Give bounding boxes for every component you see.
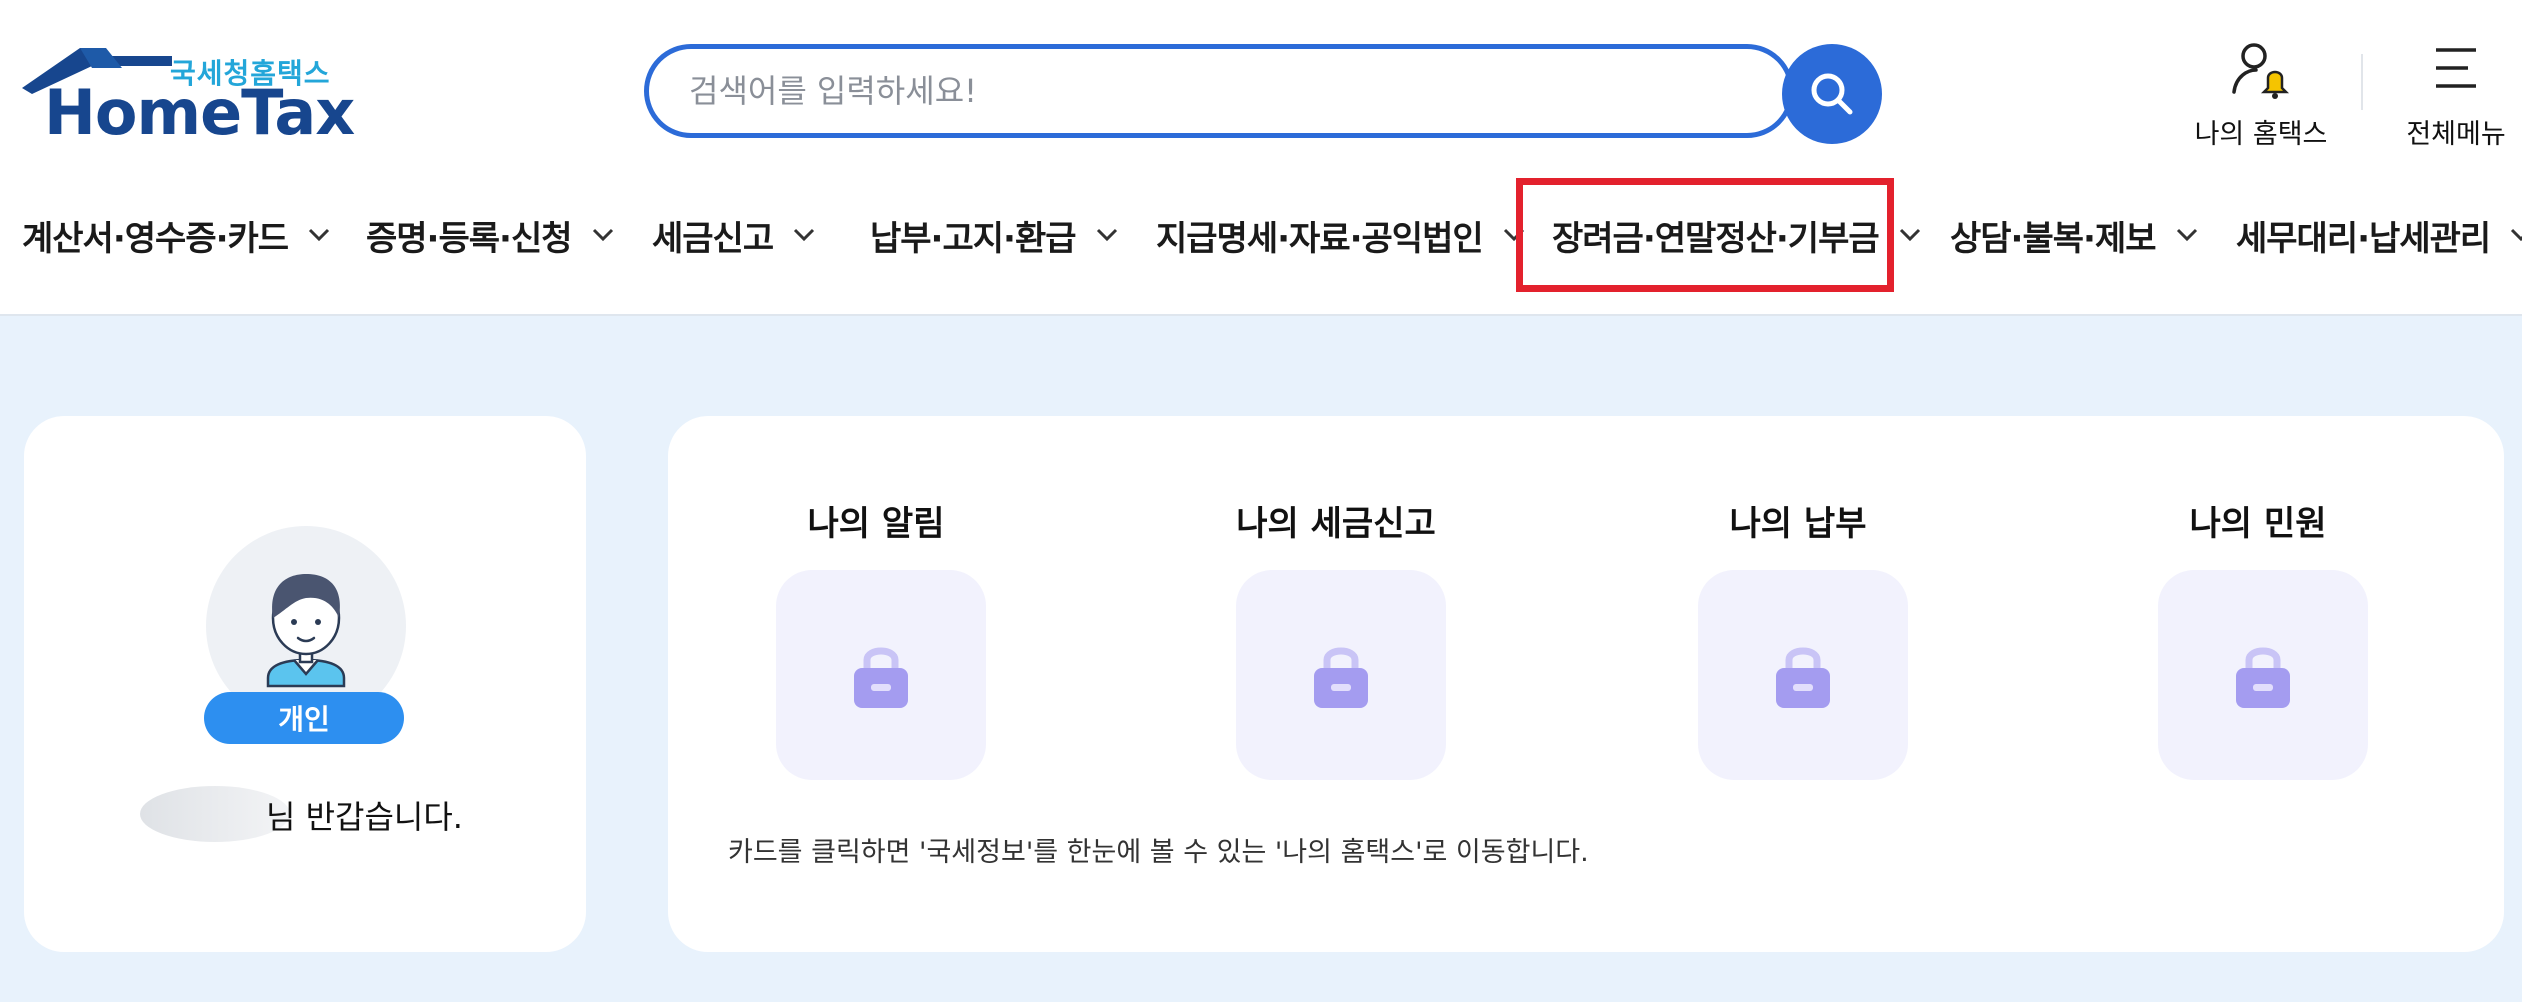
nav-item-payment-statement[interactable]: 지급명세·자료·공익법인 xyxy=(1156,210,1525,260)
my-card-title: 나의 세금신고 xyxy=(1236,504,1436,544)
nav-item-label: 세무대리·납세관리 xyxy=(2236,218,2491,259)
my-card-title: 나의 납부 xyxy=(1729,504,1867,544)
my-card-box[interactable] xyxy=(1236,570,1446,780)
nav-item-label: 장려금·연말정산·기부금 xyxy=(1552,218,1880,259)
main-nav: 계산서·영수증·카드 증명·등록·신청 세금신고 납부·고지·환급 지급명세·자… xyxy=(0,180,2522,290)
nav-item-consultation[interactable]: 상담·불복·제보 xyxy=(1950,210,2198,260)
all-menu-button[interactable]: 전체메뉴 xyxy=(2396,40,2516,151)
my-hometax-button[interactable]: 나의 홈택스 xyxy=(2186,40,2336,151)
lock-icon xyxy=(1314,647,1368,708)
lock-icon xyxy=(2236,647,2290,708)
nav-item-tax-filing[interactable]: 세금신고 xyxy=(652,210,815,260)
chevron-down-icon xyxy=(592,228,613,242)
nav-item-label: 상담·불복·제보 xyxy=(1950,218,2157,259)
nav-item-label: 납부·고지·환급 xyxy=(870,218,1077,259)
user-type-badge: 개인 xyxy=(204,692,404,744)
nav-item-label: 계산서·영수증·카드 xyxy=(22,218,289,259)
nav-item-certificate[interactable]: 증명·등록·신청 xyxy=(366,210,614,260)
hometax-logo[interactable]: 국세청홈택스 HomeTax xyxy=(22,46,355,146)
my-hometax-card: 나의 알림 나의 세금신고 나의 납부 나의 민원 카드를 클릭하면 '국세정보… xyxy=(668,416,2504,952)
header: 국세청홈택스 HomeTax 나의 홈택스 전체메뉴 계산서· xyxy=(0,0,2522,316)
chevron-down-icon xyxy=(2511,228,2522,242)
nav-item-incentive-yearend[interactable]: 장려금·연말정산·기부금 xyxy=(1552,210,1921,260)
chevron-down-icon xyxy=(1899,228,1920,242)
my-card-box[interactable] xyxy=(2158,570,2368,780)
search-button[interactable] xyxy=(1782,44,1882,144)
search-bar xyxy=(644,44,1884,144)
util-divider xyxy=(2361,54,2363,110)
my-card-box[interactable] xyxy=(776,570,986,780)
nav-item-tax-agent[interactable]: 세무대리·납세관리 xyxy=(2236,210,2522,260)
chevron-down-icon xyxy=(1503,228,1524,242)
profile-card: 개인 님 반갑습니다. xyxy=(24,416,586,952)
chevron-down-icon xyxy=(1096,228,1117,242)
logo-title: HomeTax xyxy=(44,76,355,149)
my-hometax-label: 나의 홈택스 xyxy=(2194,119,2328,150)
nav-item-payment[interactable]: 납부·고지·환급 xyxy=(870,210,1118,260)
nav-item-label: 지급명세·자료·공익법인 xyxy=(1156,218,1484,259)
chevron-down-icon xyxy=(794,228,815,242)
all-menu-label: 전체메뉴 xyxy=(2406,119,2506,150)
nav-item-label: 증명·등록·신청 xyxy=(366,218,573,259)
lock-icon xyxy=(854,647,908,708)
search-input[interactable] xyxy=(644,44,1794,138)
main-area: 개인 님 반갑습니다. 나의 알림 나의 세금신고 나의 납부 나의 민원 카드… xyxy=(0,316,2522,1002)
chevron-down-icon xyxy=(2176,228,2197,242)
chevron-down-icon xyxy=(309,228,330,242)
nav-item-label: 세금신고 xyxy=(652,218,774,259)
greeting-text: 님 반갑습니다. xyxy=(266,798,463,836)
my-hometax-note: 카드를 클릭하면 '국세정보'를 한눈에 볼 수 있는 '나의 홈택스'로 이동… xyxy=(728,837,1589,868)
search-icon xyxy=(1811,73,1853,115)
my-card-title: 나의 알림 xyxy=(807,504,945,544)
user-bell-icon xyxy=(2232,43,2290,99)
my-card-box[interactable] xyxy=(1698,570,1908,780)
nav-item-invoice[interactable]: 계산서·영수증·카드 xyxy=(22,210,330,260)
my-card-title: 나의 민원 xyxy=(2189,504,2327,544)
hamburger-menu-icon xyxy=(2436,48,2476,88)
lock-icon xyxy=(1776,647,1830,708)
